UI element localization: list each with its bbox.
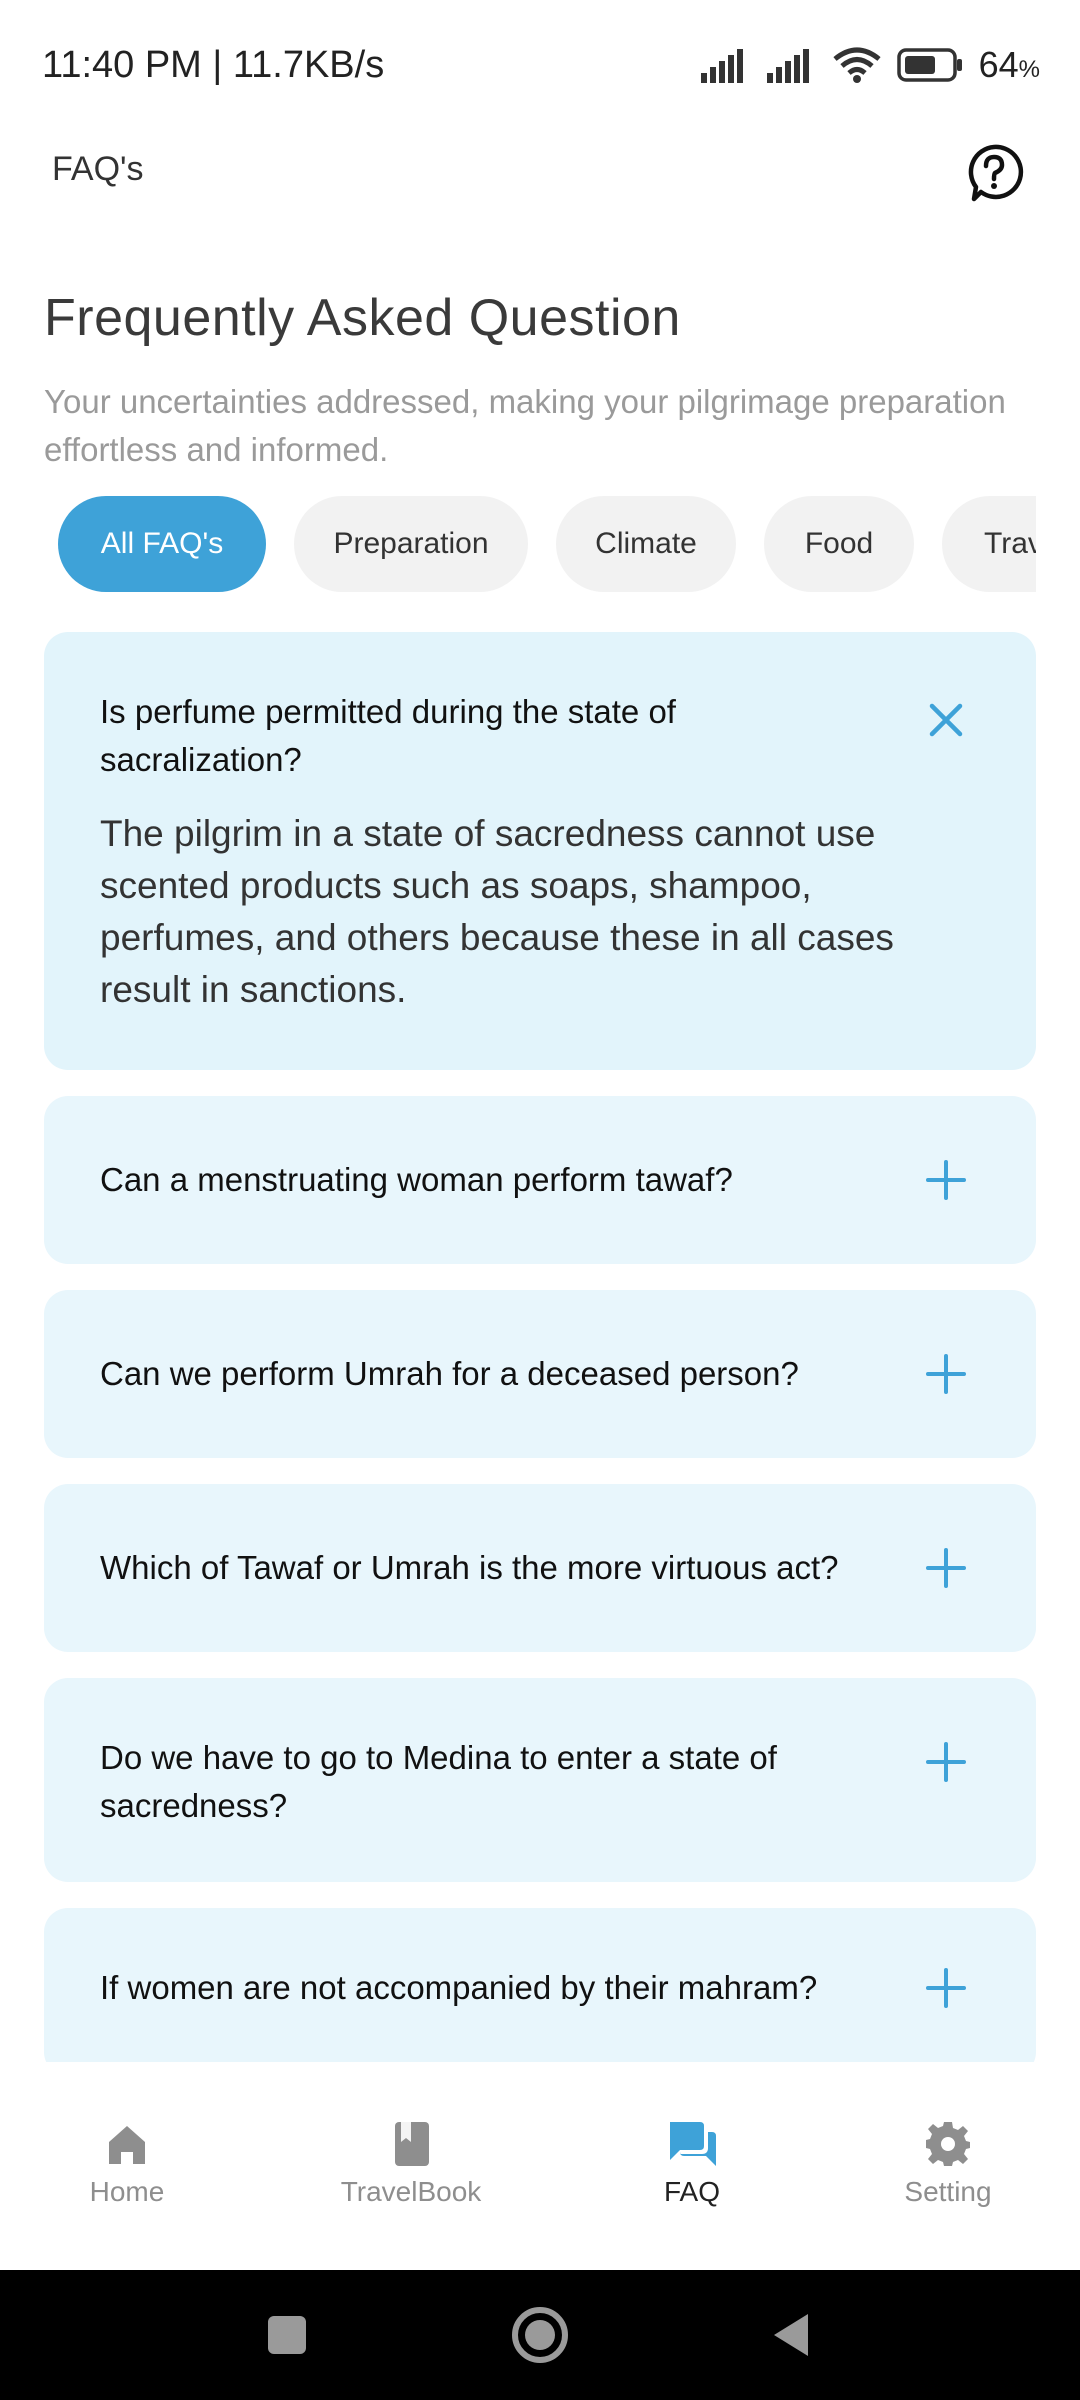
nav-travelbook[interactable]: TravelBook — [311, 2120, 511, 2208]
close-icon[interactable] — [924, 698, 968, 742]
home-icon — [109, 2126, 145, 2164]
faq-question: Can a menstruating woman perform tawaf? — [100, 1161, 733, 1198]
bottom-nav: Home TravelBook FAQ Setting — [0, 2062, 1080, 2270]
category-chips: All FAQ's Preparation Climate Food Trave… — [0, 496, 1036, 592]
plus-icon[interactable] — [924, 1546, 968, 1590]
chip-all-faqs[interactable]: All FAQ's — [58, 496, 266, 592]
system-nav-bar — [0, 2270, 1080, 2400]
chip-preparation[interactable]: Preparation — [294, 496, 528, 592]
plus-icon[interactable] — [924, 1740, 968, 1784]
status-icons: 64% — [700, 44, 1040, 86]
chip-travel[interactable]: Travel — [942, 496, 1036, 592]
nav-home[interactable]: Home — [27, 2120, 227, 2208]
faq-list: Is perfume permitted during the state of… — [0, 632, 1080, 2062]
signal-icon-2 — [766, 49, 809, 83]
chip-climate[interactable]: Climate — [556, 496, 736, 592]
chat-icon — [670, 2122, 716, 2166]
faq-question: Can we perform Umrah for a deceased pers… — [100, 1355, 799, 1392]
page-subtitle: Your uncertainties addressed, making you… — [44, 383, 1006, 468]
faq-answer: The pilgrim in a state of sacredness can… — [100, 813, 894, 1010]
wifi-icon — [833, 47, 881, 83]
plus-icon[interactable] — [924, 1158, 968, 1202]
faq-question: Do we have to go to Medina to enter a st… — [100, 1739, 777, 1824]
gear-icon — [926, 2122, 970, 2166]
home-system-button[interactable] — [505, 2300, 575, 2370]
faq-item-expanded[interactable]: Is perfume permitted during the state of… — [44, 632, 1036, 1070]
status-time: 11:40 PM | 11.7KB/s — [42, 44, 385, 86]
nav-setting[interactable]: Setting — [848, 2120, 1048, 2208]
faq-question: Is perfume permitted during the state of… — [100, 693, 676, 778]
plus-icon[interactable] — [924, 1966, 968, 2010]
header-title: FAQ's — [52, 150, 144, 188]
battery-icon — [896, 48, 962, 82]
status-bar: 11:40 PM | 11.7KB/s 64% — [0, 0, 1080, 130]
book-icon — [395, 2122, 429, 2166]
battery-percent: 64% — [978, 44, 1040, 85]
nav-faq[interactable]: FAQ — [592, 2120, 792, 2208]
faq-item[interactable]: Do we have to go to Medina to enter a st… — [44, 1678, 1036, 1882]
chip-food[interactable]: Food — [764, 496, 914, 592]
app-header: FAQ's — [0, 130, 1080, 240]
faq-question: Which of Tawaf or Umrah is the more virt… — [100, 1549, 839, 1586]
signal-icon — [700, 49, 743, 83]
plus-icon[interactable] — [924, 1352, 968, 1396]
faq-item[interactable]: Can a menstruating woman perform tawaf? — [44, 1096, 1036, 1264]
recents-button[interactable] — [252, 2300, 322, 2370]
faq-item[interactable]: If women are not accompanied by their ma… — [44, 1908, 1036, 2062]
help-button[interactable] — [964, 142, 1024, 202]
faq-question: If women are not accompanied by their ma… — [100, 1969, 818, 2006]
faq-item[interactable]: Can we perform Umrah for a deceased pers… — [44, 1290, 1036, 1458]
help-circle-icon — [968, 144, 1024, 202]
page-title: Frequently Asked Question — [44, 289, 681, 347]
faq-item[interactable]: Which of Tawaf or Umrah is the more virt… — [44, 1484, 1036, 1652]
back-button[interactable] — [758, 2300, 828, 2370]
